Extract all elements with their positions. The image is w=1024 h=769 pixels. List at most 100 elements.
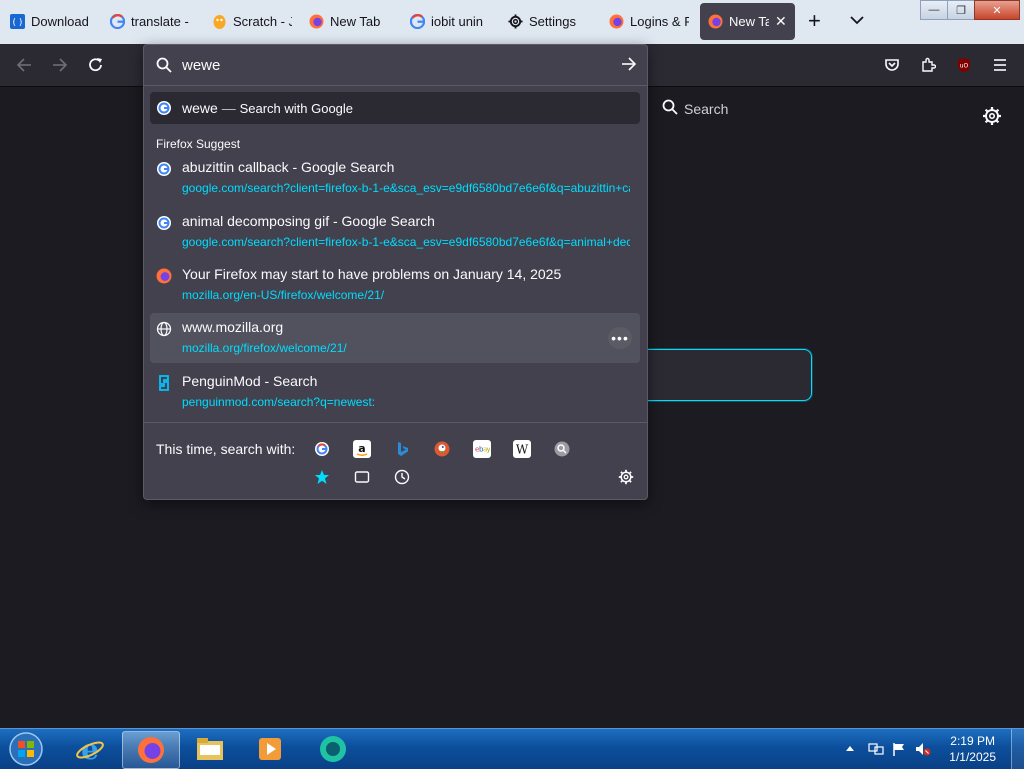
bookmarks-star-icon[interactable] [313,468,331,486]
google-icon [156,100,172,116]
reload-button[interactable] [84,53,108,77]
firefox-icon [708,14,723,29]
newtab-search-box[interactable] [630,349,812,401]
result-title: abuzittin callback - Google Search [182,159,395,175]
tab-label: New Ta [729,14,769,29]
urlbar-popup: wewe wewe — Search with Google Firefox S… [143,44,648,500]
back-button[interactable] [12,53,36,77]
firefox-icon[interactable] [122,731,180,769]
new-tab-button[interactable]: + [808,10,821,32]
menu-hamburger-icon[interactable] [988,53,1012,77]
result-row[interactable]: animal decomposing gif - Google Search g… [150,207,640,257]
internet-explorer-icon[interactable]: e [62,731,118,767]
result-row[interactable]: abuzittin callback - Google Search googl… [150,153,640,203]
result-title: www.mozilla.org [182,319,284,335]
clock-time: 2:19 PM [950,734,995,748]
svg-text:( ): ( ) [13,18,23,28]
search-icon [156,57,172,73]
tab-logins[interactable]: Logins & P [609,3,689,40]
network-icon[interactable] [868,742,884,756]
tab-label: translate - [131,14,189,29]
heuristic-search-row[interactable]: wewe — Search with Google [150,92,640,124]
google-icon [156,161,172,177]
result-title: Your Firefox may start to have problems … [182,266,562,282]
firefox-icon [609,14,624,29]
tab-label: Settings [529,14,576,29]
tabs-icon[interactable] [353,468,371,486]
list-all-tabs-button[interactable] [850,12,864,30]
history-icon[interactable] [393,468,411,486]
start-orb-icon[interactable] [0,731,52,767]
result-row-selected[interactable]: www.mozilla.org mozilla.org/firefox/welc… [150,313,640,363]
gear-icon [508,14,523,29]
duckduckgo-icon[interactable] [433,440,451,458]
result-title: PenguinMod - Search [182,373,318,389]
tab-label: Download [31,14,89,29]
go-arrow-icon[interactable] [621,56,637,77]
tab-newtab[interactable]: New Tab [309,3,399,40]
volume-muted-icon[interactable] [915,742,931,756]
ebay-icon[interactable]: ebay [473,440,491,458]
media-player-icon[interactable] [242,731,298,767]
close-window-button[interactable]: ✕ [974,0,1020,20]
pocket-icon[interactable] [880,53,904,77]
minimize-button[interactable]: — [920,0,948,20]
tab-iobit[interactable]: iobit unin [410,3,490,40]
result-url: google.com/search?client=firefox-b-1-e&s… [182,181,630,195]
tab-download[interactable]: ( ) Download [10,3,90,40]
google-icon[interactable] [313,440,331,458]
tab-scratch[interactable]: Scratch - J [212,3,292,40]
svg-text:e: e [81,734,99,764]
tab-label: Logins & P [630,14,689,29]
system-clock[interactable]: 2:19 PM 1/1/2025 [949,733,996,765]
url-input-row[interactable]: wewe [144,45,647,86]
search-engine-icon[interactable] [553,440,571,458]
svg-text:uO: uO [960,63,969,70]
forward-button[interactable] [48,53,72,77]
result-url: mozilla.org/en-US/firefox/welcome/21/ [182,288,385,302]
penguinmod-icon [156,375,172,391]
result-row[interactable]: Your Firefox may start to have problems … [150,260,640,310]
show-hidden-icons[interactable] [845,742,859,756]
globe-icon [156,321,172,337]
result-url: mozilla.org/firefox/welcome/21/ [182,341,347,355]
svg-text:a: a [358,442,365,455]
result-menu-button[interactable]: ••• [608,327,632,349]
action-center-flag-icon[interactable] [892,742,906,756]
ublock-origin-icon[interactable]: uO [952,53,976,77]
tab-active-newtab[interactable]: New Ta ✕ [700,3,795,40]
firefox-icon [309,14,324,29]
svg-text:y: y [487,446,491,454]
amazon-icon[interactable]: a [353,440,371,458]
result-url: penguinmod.com/search?q=newest: [182,395,376,409]
google-icon [110,14,125,29]
result-title: animal decomposing gif - Google Search [182,213,435,229]
maximize-button[interactable]: ❐ [947,0,975,20]
file-explorer-icon[interactable] [182,731,238,767]
close-tab-icon[interactable]: ✕ [775,13,787,30]
search-settings-gear-icon[interactable] [617,468,635,486]
bing-icon[interactable] [393,440,411,458]
firefox-icon [156,268,172,284]
tab-strip: ( ) Download translate - Scratch - J New… [0,0,1024,44]
result-row[interactable]: PenguinMod - Search penguinmod.com/searc… [150,367,640,417]
app-icon[interactable] [305,731,361,767]
url-input[interactable]: wewe [182,57,220,74]
show-desktop-button[interactable] [1011,729,1024,769]
clock-date: 1/1/2025 [949,750,996,764]
tab-label: New Tab [330,14,381,29]
google-icon [156,215,172,231]
search-icon [662,99,678,120]
download-page-icon: ( ) [10,14,25,29]
window-controls: — ❐ ✕ [920,0,1020,20]
newtab-settings-gear-icon[interactable] [982,106,1002,131]
heuristic-label: wewe — Search with Google [182,100,354,116]
tab-translate[interactable]: translate - [110,3,190,40]
windows-taskbar: e 2:19 PM 1/1/2025 [0,728,1024,769]
search-bar[interactable]: Search [654,94,840,124]
tab-label: iobit unin [431,14,484,29]
wikipedia-icon[interactable]: W [513,440,531,458]
extensions-icon[interactable] [916,53,940,77]
tab-settings[interactable]: Settings [508,3,598,40]
one-off-search-bar: This time, search with: a ebay W [144,422,647,499]
